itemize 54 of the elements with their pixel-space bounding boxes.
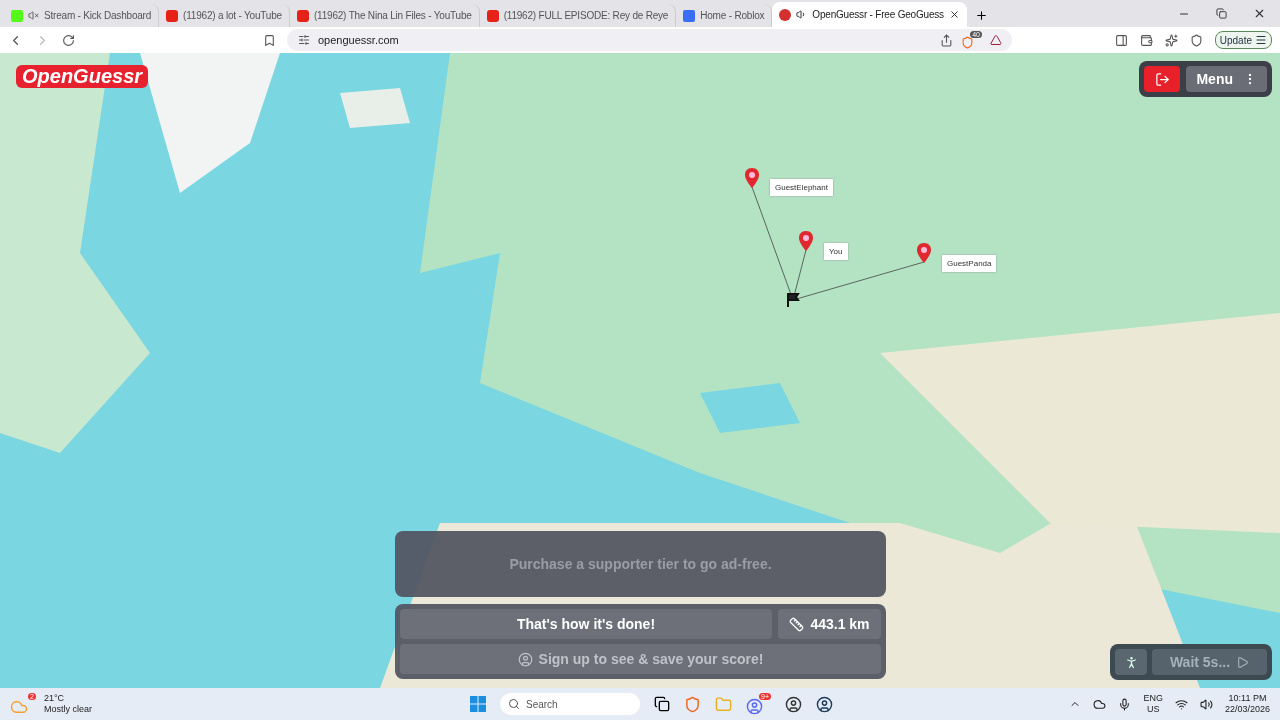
play-icon	[1236, 655, 1250, 669]
browser-tab[interactable]: OpenGuessr - Free GeoGuess	[772, 2, 967, 27]
player-label: GuestElephant	[770, 179, 833, 196]
share-icon[interactable]	[940, 33, 953, 47]
exit-button[interactable]	[1144, 66, 1181, 92]
site-icon	[166, 9, 179, 22]
player-label: GuestPanda	[942, 255, 997, 272]
update-button[interactable]: Update	[1214, 31, 1272, 49]
menu-button[interactable]: Menu	[1186, 66, 1267, 92]
language-indicator[interactable]: ENG US	[1143, 693, 1163, 715]
site-icon	[779, 8, 792, 21]
bookmark-icon[interactable]	[263, 33, 276, 47]
weather-text: Mostly clear	[44, 704, 92, 715]
close-icon[interactable]	[948, 9, 960, 20]
wallet-icon[interactable]	[1139, 33, 1153, 47]
triangle-icon[interactable]	[990, 34, 1002, 46]
street-view-button[interactable]	[1115, 649, 1147, 675]
flag-icon	[786, 292, 800, 308]
clock[interactable]: 10:11 PM 22/03/2026	[1224, 693, 1270, 715]
reload-icon[interactable]	[62, 33, 75, 47]
restore-icon[interactable]	[1216, 8, 1227, 19]
user-icon	[517, 651, 533, 667]
exit-icon	[1154, 71, 1170, 87]
search-icon	[508, 698, 520, 710]
close-icon[interactable]	[1253, 7, 1266, 20]
player-label: You	[824, 243, 848, 260]
temperature-text: 21°C	[44, 693, 66, 704]
logo: OpenGuessr	[16, 65, 149, 88]
microphone-icon[interactable]	[1118, 697, 1132, 711]
site-settings-icon[interactable]	[298, 34, 310, 46]
site-icon	[486, 9, 499, 22]
window-stack-icon[interactable]	[654, 696, 670, 712]
map-pin-icon	[916, 242, 932, 264]
ad-text: Purchase a supporter tier to go ad-free.	[508, 555, 773, 574]
app-icon[interactable]	[785, 695, 802, 713]
site-icon	[296, 9, 309, 22]
map-pin-icon	[744, 167, 760, 189]
muted-speaker-icon[interactable]	[28, 10, 39, 21]
ruler-icon	[789, 616, 805, 632]
new-tab-icon[interactable]	[974, 9, 988, 22]
url-text: openguessr.com	[318, 34, 399, 46]
shield-icon[interactable]	[1189, 33, 1203, 47]
cloud-icon[interactable]	[1093, 697, 1107, 711]
wifi-icon[interactable]	[1174, 697, 1188, 711]
taskbar-search[interactable]: Search	[500, 693, 640, 715]
menu-icon	[1255, 34, 1267, 46]
volume-icon[interactable]	[1199, 697, 1213, 711]
map-pin-icon	[798, 230, 814, 252]
result-message: That's how it's done!	[400, 609, 772, 639]
panel-icon[interactable]	[1114, 33, 1128, 47]
site-icon	[683, 9, 696, 22]
site-icon	[11, 9, 23, 22]
distance-readout: 443.1 km	[778, 609, 881, 639]
sparkle-icon[interactable]	[1164, 33, 1178, 47]
